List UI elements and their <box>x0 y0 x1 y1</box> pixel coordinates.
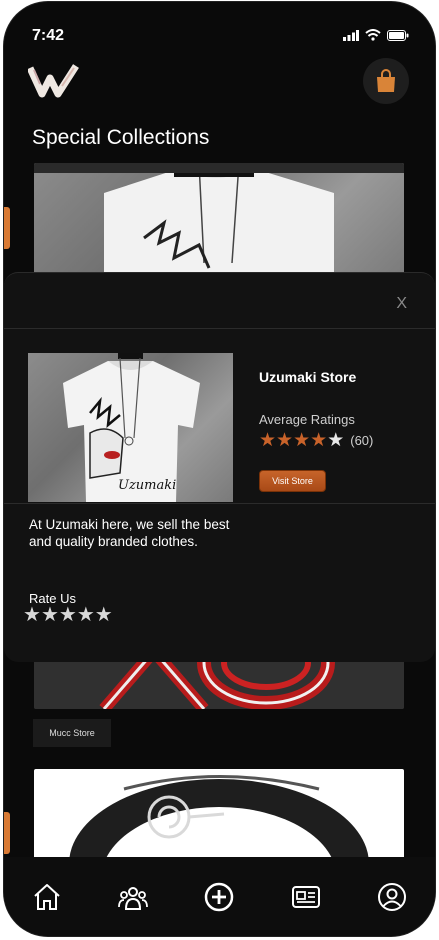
side-button <box>4 812 10 854</box>
black-ring-image[interactable] <box>34 769 404 859</box>
store-description: At Uzumaki here, we sell the best and qu… <box>29 517 230 549</box>
visit-store-button[interactable]: Visit Store <box>259 470 326 492</box>
home-icon <box>34 884 60 910</box>
star-icon[interactable]: ★ <box>23 605 41 625</box>
news-icon <box>291 886 320 908</box>
star-icon[interactable]: ★ <box>41 605 59 625</box>
shopping-bag-icon <box>377 69 395 92</box>
average-rating: ★ ★ ★ ★ ★ (60) <box>259 431 373 450</box>
close-button[interactable]: X <box>396 295 407 313</box>
white-tshirt-image[interactable] <box>34 163 404 278</box>
profile-icon <box>377 883 406 911</box>
star-icon[interactable]: ★ <box>59 605 77 625</box>
community-icon <box>118 887 149 910</box>
divider <box>4 503 435 504</box>
nav-profile[interactable] <box>375 880 409 914</box>
store-modal: X Uzumaki Uzumaki Store Average Ratings … <box>4 272 435 662</box>
phone-frame: 7:42 Special Collections Mucc Store X Uz… <box>4 2 435 936</box>
star-icon: ★ <box>276 430 294 451</box>
store-name: Uzumaki Store <box>259 369 357 385</box>
nav-add[interactable] <box>202 880 236 914</box>
svg-text:Uzumaki: Uzumaki <box>118 478 176 493</box>
red-symbol-image[interactable] <box>34 657 404 709</box>
store-thumbnail-image: Uzumaki <box>28 353 233 502</box>
rate-us-stars[interactable]: ★ ★ ★ ★ ★ <box>23 605 113 625</box>
cart-button[interactable] <box>363 58 409 104</box>
section-title: Special Collections <box>32 126 210 149</box>
star-icon: ★ <box>259 430 277 451</box>
w-logo-icon[interactable] <box>26 60 80 100</box>
ratings-label: Average Ratings <box>259 412 355 427</box>
star-icon: ★ <box>310 430 328 451</box>
divider <box>4 328 435 329</box>
bottom-nav <box>4 857 435 936</box>
battery-icon <box>387 29 409 41</box>
status-icons <box>343 29 409 41</box>
status-time: 7:42 <box>32 27 65 44</box>
side-button <box>4 207 10 249</box>
star-icon: ★ <box>327 430 345 451</box>
add-circle-icon <box>205 882 234 912</box>
nav-news[interactable] <box>289 880 323 914</box>
star-icon[interactable]: ★ <box>77 605 95 625</box>
nav-home[interactable] <box>30 880 64 914</box>
wifi-icon <box>365 29 381 41</box>
store-label[interactable]: Mucc Store <box>33 719 111 747</box>
star-icon[interactable]: ★ <box>95 605 113 625</box>
nav-community[interactable] <box>116 880 150 914</box>
signal-icon <box>343 29 359 41</box>
star-icon: ★ <box>293 430 311 451</box>
rating-count: (60) <box>350 433 374 448</box>
